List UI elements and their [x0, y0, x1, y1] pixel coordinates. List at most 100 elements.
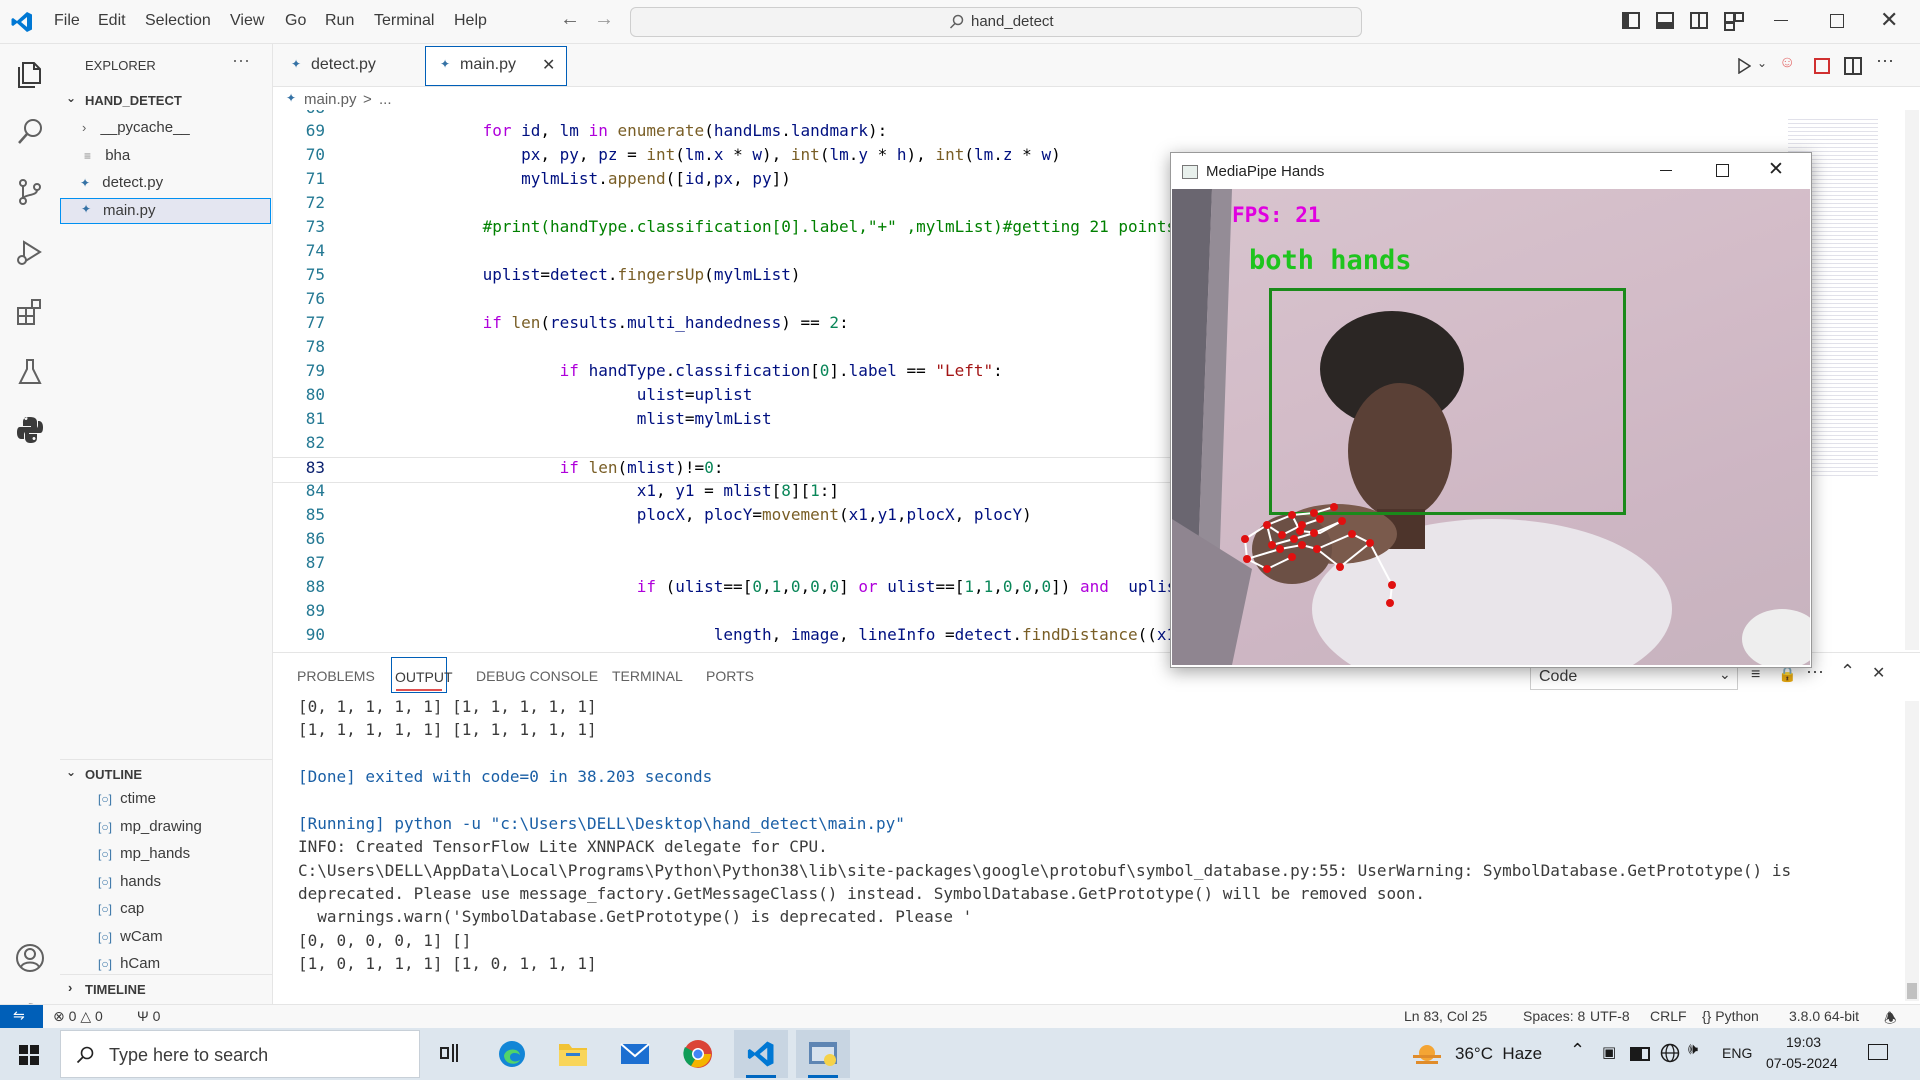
edge-browser-icon[interactable] [497, 1039, 527, 1069]
remote-indicator[interactable]: ⇋ [0, 1005, 43, 1029]
tab-detect-py[interactable]: ✦ detect.py [273, 44, 423, 86]
tree-item-detect-py[interactable]: ✦ detect.py [80, 174, 163, 191]
input-language[interactable]: ENG [1722, 1045, 1752, 1061]
line-number: 88 [305, 577, 325, 596]
run-debug-icon[interactable] [14, 236, 46, 268]
tree-item-main-py[interactable]: ✦ main.py [60, 198, 271, 224]
line-number: 71 [305, 169, 325, 188]
meet-now-icon[interactable]: ▣ [1602, 1043, 1616, 1061]
language-mode[interactable]: {} Python [1702, 1008, 1759, 1024]
close-window-button[interactable]: ✕ [1880, 7, 1898, 33]
outline-item-mp-hands[interactable]: [○] mp_hands [98, 845, 190, 862]
customize-layout-icon[interactable] [1724, 12, 1744, 31]
ports-status[interactable]: Ψ 0 [137, 1008, 160, 1024]
menu-terminal[interactable]: Terminal [374, 12, 434, 30]
mediapipe-titlebar[interactable]: MediaPipe Hands ✕ [1171, 153, 1811, 189]
indentation[interactable]: Spaces: 8 [1523, 1008, 1585, 1024]
outline-item-cap[interactable]: [○] cap [98, 900, 144, 917]
toggle-sidebar-icon[interactable] [1622, 12, 1640, 29]
taskbar-python-app[interactable] [796, 1030, 850, 1078]
maximize-button[interactable] [1716, 164, 1729, 177]
copilot-icon[interactable]: ☺ [1779, 54, 1795, 72]
breadcrumb-symbol[interactable]: ... [379, 91, 392, 108]
python-icon[interactable] [14, 414, 46, 446]
filter-lines-icon[interactable]: ≡ [1751, 666, 1760, 684]
tab-ports[interactable]: PORTS [706, 668, 754, 684]
menu-help[interactable]: Help [454, 12, 487, 30]
outline-item-mp-drawing[interactable]: [○] mp_drawing [98, 818, 202, 835]
tab-main-py[interactable]: ✦ main.py ✕ [425, 46, 567, 86]
network-globe-icon[interactable] [1660, 1043, 1680, 1063]
toggle-secondary-sidebar-icon[interactable] [1690, 12, 1708, 29]
close-window-button[interactable]: ✕ [1768, 158, 1784, 181]
breadcrumb-file[interactable]: main.py [304, 91, 357, 108]
line-endings[interactable]: CRLF [1650, 1008, 1687, 1024]
notifications-icon[interactable] [1868, 1044, 1888, 1060]
maximize-button[interactable] [1830, 14, 1844, 28]
run-file-icon[interactable] [1737, 58, 1751, 74]
windows-start-icon[interactable] [19, 1045, 39, 1065]
toggle-panel-icon[interactable] [1656, 12, 1674, 29]
editor-scrollbar[interactable] [1905, 110, 1919, 650]
menu-go[interactable]: Go [285, 12, 306, 30]
menu-run[interactable]: Run [325, 12, 354, 30]
python-interpreter[interactable]: 3.8.0 64-bit [1789, 1008, 1859, 1024]
back-arrow-icon[interactable]: ← [560, 8, 580, 31]
mediapipe-window[interactable]: MediaPipe Hands ✕ FPS: 21 both hands [1170, 152, 1812, 668]
volume-icon[interactable]: 🕪 [1688, 1041, 1698, 1059]
taskbar-vscode[interactable] [734, 1030, 788, 1078]
file-explorer-icon[interactable] [558, 1040, 588, 1068]
search-icon[interactable] [14, 116, 46, 148]
code-text: px, py, pz = int(lm.x * w), int(lm.y * h… [521, 145, 1061, 164]
stop-icon[interactable] [1814, 58, 1830, 74]
outline-item-hands[interactable]: [○] hands [98, 873, 161, 890]
tree-item-pycache[interactable]: › __pycache__ [82, 119, 190, 136]
cursor-position[interactable]: Ln 83, Col 25 [1404, 1008, 1487, 1024]
tab-terminal[interactable]: TERMINAL [612, 668, 683, 684]
problems-status[interactable]: ⊗ 0 △ 0 [53, 1008, 103, 1025]
clock-date[interactable]: 07-05-2024 [1766, 1055, 1838, 1071]
menu-edit[interactable]: Edit [98, 12, 126, 30]
outline-item-ctime[interactable]: [○] ctime [98, 790, 156, 807]
menu-selection[interactable]: Selection [145, 12, 211, 30]
account-icon[interactable] [14, 942, 46, 974]
outline-item-wcam[interactable]: [○] wCam [98, 928, 163, 945]
extensions-icon[interactable] [14, 296, 46, 328]
taskbar-search-box[interactable]: Type here to search [60, 1030, 420, 1078]
close-panel-icon[interactable]: ✕ [1872, 663, 1885, 683]
source-control-icon[interactable] [14, 176, 46, 208]
command-center-search[interactable]: hand_detect [630, 7, 1362, 37]
weather-label[interactable]: 36°C Haze [1455, 1044, 1542, 1064]
testing-flask-icon[interactable] [14, 356, 46, 388]
file-lines-icon: ≡ [84, 149, 92, 163]
tab-problems[interactable]: PROBLEMS [297, 668, 375, 684]
battery-icon[interactable] [1630, 1047, 1650, 1061]
weather-haze-icon[interactable] [1412, 1042, 1442, 1066]
chevron-down-icon[interactable]: ⌄ [1757, 56, 1767, 70]
tab-debug-console[interactable]: DEBUG CONSOLE [476, 668, 598, 684]
task-view-icon[interactable] [440, 1044, 458, 1062]
tree-item-label: bha [105, 147, 131, 164]
mail-icon[interactable] [620, 1042, 650, 1066]
outline-item-hcam[interactable]: [○] hCam [98, 955, 160, 972]
tab-output[interactable]: OUTPUT [391, 657, 453, 693]
menu-view[interactable]: View [230, 12, 264, 30]
clock-time[interactable]: 19:03 [1786, 1034, 1821, 1050]
tree-item-bha[interactable]: ≡ bha [84, 147, 130, 164]
panel-scrollbar[interactable] [1905, 701, 1919, 1001]
line-number: 83 [305, 458, 325, 477]
minimize-button[interactable] [1660, 170, 1672, 171]
encoding[interactable]: UTF-8 [1590, 1008, 1630, 1024]
split-editor-icon[interactable] [1844, 57, 1862, 75]
line-number: 70 [305, 145, 325, 164]
explorer-icon[interactable] [14, 58, 46, 90]
chevron-up-icon[interactable]: ⌃ [1570, 1040, 1585, 1061]
close-tab-icon[interactable]: ✕ [542, 55, 555, 75]
menu-file[interactable]: File [54, 12, 80, 30]
more-actions-icon[interactable]: ··· [232, 50, 250, 71]
minimize-button[interactable] [1774, 20, 1788, 21]
forward-arrow-icon[interactable]: → [594, 8, 614, 31]
more-actions-icon[interactable]: ··· [1876, 50, 1894, 71]
chrome-browser-icon[interactable] [683, 1039, 713, 1069]
maximize-panel-icon[interactable]: ⌃ [1840, 661, 1855, 682]
